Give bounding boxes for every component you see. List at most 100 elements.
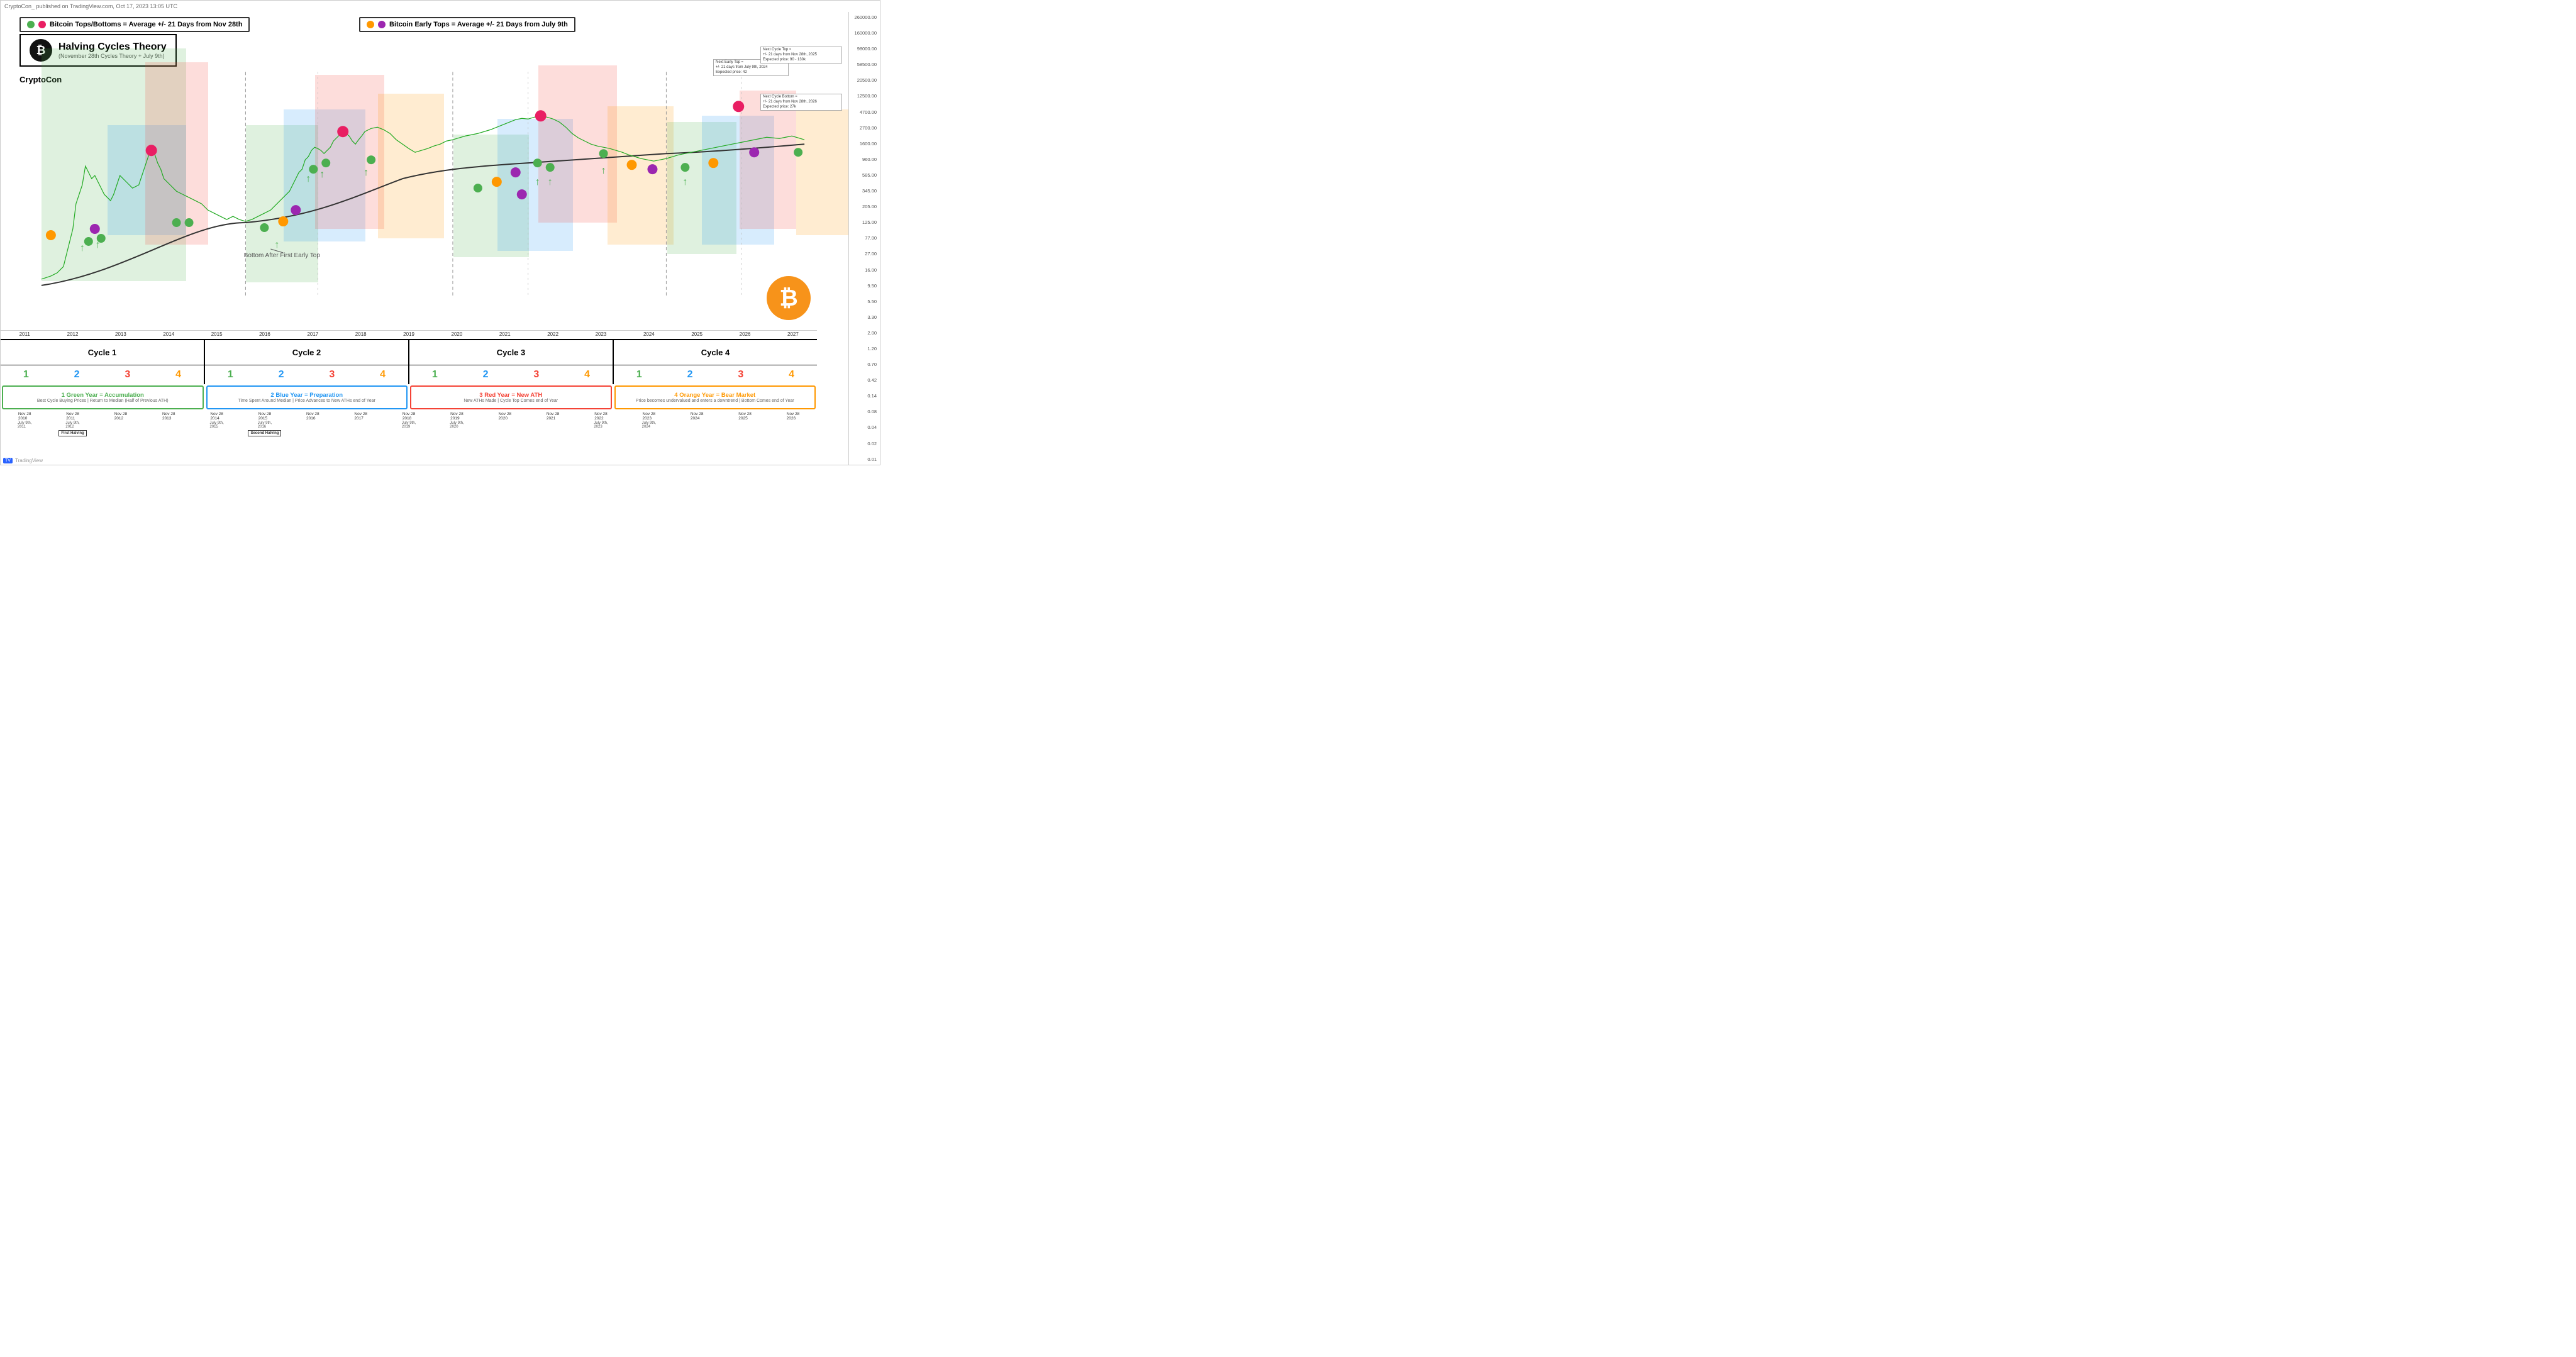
x-label-2024: 2024 [625,331,673,338]
y-345: 345.00 [850,188,879,194]
y-002: 0.02 [850,441,879,446]
x-label-2018: 2018 [337,331,385,338]
svg-text:↑: ↑ [535,177,540,187]
x-label-2027: 2027 [769,331,817,338]
y-98000: 98000.00 [850,46,879,52]
publisher-label: CryptoCon_ published on TradingView.com,… [4,3,177,9]
cycle1-nums: 1 2 3 4 [1,365,205,384]
svg-text:↑: ↑ [306,174,311,184]
svg-text:↑: ↑ [682,177,687,187]
desc-orange: 4 Orange Year = Bear Market Price become… [614,385,816,409]
year-nums: 1 2 3 4 1 2 3 4 1 2 3 4 1 [1,365,817,384]
y-125: 125.00 [850,219,879,225]
x-label-2014: 2014 [145,331,192,338]
c3-y1: 1 [432,369,438,380]
date-col-10: Nov 282020 [481,412,529,421]
y-axis: 260000.00 160000.00 98000.00 58500.00 20… [848,12,880,465]
date-col-3: Nov 282013 [145,412,192,421]
desc-green-sub: Best Cycle Buying Prices | Return to Med… [37,399,169,403]
y-001: 0.01 [850,457,879,462]
date-col-8: Nov 282018 July 9th,2019 [385,412,433,429]
date-col-6: Nov 282016 [289,412,336,421]
svg-text:↑: ↑ [274,240,279,250]
date-labels: Nov 282010 July 9th,2011 Nov 282011 July… [1,411,817,433]
date-col-2: Nov 282012 [97,412,145,421]
c4-y2: 2 [687,369,693,380]
x-label-2011: 2011 [1,331,48,338]
x-label-2019: 2019 [385,331,433,338]
cycle2-label: Cycle 2 [292,348,321,357]
y-205: 205.00 [850,204,879,209]
c1-y4: 4 [175,369,181,380]
desc-blue-title: 2 Blue Year = Preparation [270,392,343,399]
chart-area: Bitcoin Tops/Bottoms = Average +/- 21 Da… [1,12,848,465]
cycle4-box: Cycle 4 [614,340,817,365]
cycle4-nums: 1 2 3 4 [614,365,817,384]
date-col-0: Nov 282010 July 9th,2011 [1,412,48,429]
x-label-2021: 2021 [481,331,529,338]
date-col-14: Nov 282024 [673,412,721,421]
c1-y2: 2 [74,369,80,380]
svg-text:↑: ↑ [80,243,85,253]
tv-label: TV TradingView [3,458,43,463]
svg-text:Bottom After First Early Top: Bottom After First Early Top [244,252,321,259]
svg-text:↑: ↑ [364,167,369,178]
date-col-5: Nov 282015 July 9th,2016 Second Halving [241,412,289,436]
x-label-2026: 2026 [721,331,769,338]
date-col-11: Nov 282021 [529,412,577,421]
x-label-2020: 2020 [433,331,480,338]
desc-orange-title: 4 Orange Year = Bear Market [674,392,755,399]
svg-text:↑: ↑ [601,165,606,176]
btc-logo: ₿ [767,276,811,320]
x-axis: 2011 2012 2013 2014 2015 2016 2017 2018 … [1,330,817,339]
desc-blue-sub: Time Spent Around Median | Price Advance… [238,399,375,403]
desc-red-sub: New ATHs Made | Cycle Top Comes end of Y… [464,399,558,403]
y-330: 3.30 [850,314,879,320]
c3-y3: 3 [533,369,539,380]
y-004: 0.04 [850,424,879,430]
cycle3-label: Cycle 3 [497,348,526,357]
desc-boxes: 1 Green Year = Accumulation Best Cycle B… [1,384,817,411]
date-col-16: Nov 282026 [769,412,817,421]
cycle3-nums: 1 2 3 4 [409,365,614,384]
date-col-4: Nov 282014 July 9th,2015 [192,412,240,429]
y-77: 77.00 [850,235,879,241]
y-200: 2.00 [850,330,879,336]
y-12500: 12500.00 [850,93,879,99]
main-container: CryptoCon_ published on TradingView.com,… [0,0,880,465]
c2-y4: 4 [380,369,386,380]
y-950: 9.50 [850,283,879,289]
cycle4-label: Cycle 4 [701,348,730,357]
y-58500: 58500.00 [850,62,879,67]
y-585: 585.00 [850,172,879,178]
date-col-13: Nov 282023 July 9th,2024 [625,412,673,429]
desc-orange-sub: Price becomes undervalued and enters a d… [636,399,794,403]
cycle2-box: Cycle 2 [205,340,409,365]
next-cycle-top-note: Next Cycle Top ≈+/- 21 days from Nov 28t… [760,47,842,64]
date-col-9: Nov 282019 July 9th,2020 [433,412,480,429]
x-label-2015: 2015 [192,331,240,338]
y-042: 0.42 [850,377,879,383]
x-label-2013: 2013 [97,331,145,338]
tv-logo-icon: TV [3,458,13,463]
y-27: 27.00 [850,251,879,257]
y-4700: 4700.00 [850,109,879,115]
cycle1-box: Cycle 1 [1,340,205,365]
c4-y1: 1 [636,369,642,380]
x-label-2016: 2016 [241,331,289,338]
y-2700: 2700.00 [850,125,879,131]
c2-y2: 2 [279,369,284,380]
svg-text:↑: ↑ [548,177,553,187]
cycle2-nums: 1 2 3 4 [205,365,409,384]
date-col-15: Nov 282025 [721,412,769,421]
x-label-2023: 2023 [577,331,625,338]
desc-red-title: 3 Red Year = New ATH [479,392,542,399]
y-120: 1.20 [850,346,879,352]
svg-text:↑: ↑ [96,240,101,250]
y-960: 960.00 [850,157,879,162]
x-label-2025: 2025 [673,331,721,338]
c1-y3: 3 [125,369,130,380]
c2-y3: 3 [329,369,335,380]
x-label-2022: 2022 [529,331,577,338]
y-070: 0.70 [850,362,879,367]
